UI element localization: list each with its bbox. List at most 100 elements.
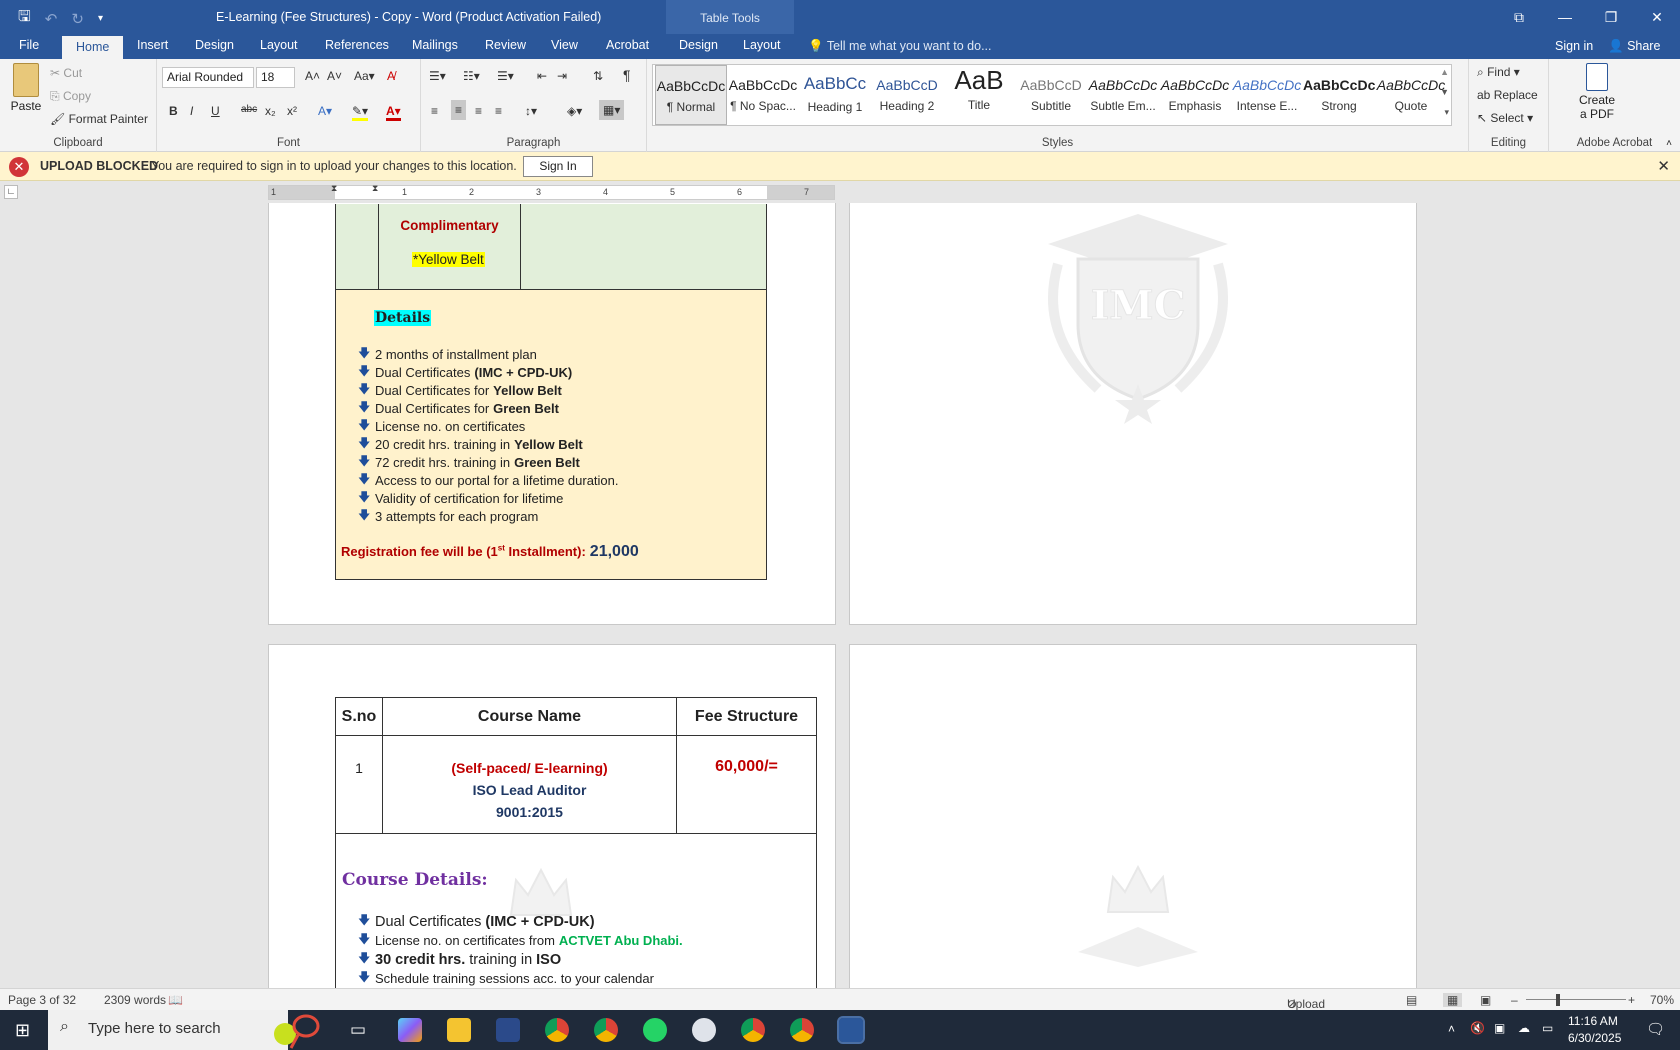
details-box[interactable]: Details 🡇 2 months of installment plan 🡇 D… <box>335 290 767 580</box>
style-no-spacing[interactable]: AaBbCcDc ¶ No Spac... <box>727 65 799 125</box>
chrome-icon[interactable] <box>545 1018 569 1042</box>
windows-start-icon[interactable]: ⊞ <box>15 1020 30 1041</box>
web-layout-icon[interactable]: ▣ <box>1480 993 1491 1007</box>
style-subtitle[interactable]: AaBbCcD Subtitle <box>1015 65 1087 125</box>
network-icon[interactable]: ▭ <box>1542 1021 1553 1035</box>
grow-font-icon[interactable]: A˄ <box>305 69 320 83</box>
paste-button[interactable]: Paste <box>8 63 44 113</box>
tab-table-design[interactable]: Design <box>679 38 718 52</box>
decrease-indent-icon[interactable]: ⇤ <box>537 69 547 83</box>
style-strong[interactable]: AaBbCcDc Strong <box>1303 65 1375 125</box>
tab-review[interactable]: Review <box>485 38 526 52</box>
proofing-icon[interactable]: 📖 <box>168 993 183 1007</box>
zoom-level[interactable]: 70% <box>1650 993 1674 1007</box>
highlight-icon[interactable]: ✎▾ <box>352 104 369 121</box>
tab-mailings[interactable]: Mailings <box>412 38 458 52</box>
chrome-icon[interactable] <box>741 1018 765 1042</box>
volume-icon[interactable]: 🔇 <box>1470 1021 1485 1035</box>
tab-references[interactable]: References <box>325 38 389 52</box>
whatsapp-icon[interactable] <box>643 1018 667 1042</box>
copy-button[interactable]: ⎘ Copy <box>50 89 91 104</box>
styles-scroll-up-icon[interactable]: ▲ <box>1440 67 1449 77</box>
close-button[interactable]: ✕ <box>1634 0 1680 34</box>
page-count[interactable]: Page 3 of 32 <box>8 993 76 1007</box>
zoom-slider[interactable] <box>1526 999 1626 1000</box>
word-count[interactable]: 2309 words <box>104 993 166 1007</box>
text-effects-icon[interactable]: A▾ <box>318 104 332 118</box>
meet-icon[interactable]: ▣ <box>1494 1021 1505 1035</box>
tab-home[interactable]: Home <box>62 36 124 59</box>
page-right-bottom[interactable] <box>849 644 1417 988</box>
italic-button[interactable]: I <box>190 104 193 118</box>
font-size-dropdown[interactable]: 18 <box>256 67 295 88</box>
style-subtle-emphasis[interactable]: AaBbCcDc Subtle Em... <box>1087 65 1159 125</box>
style-normal[interactable]: AaBbCcDc ¶ Normal <box>655 65 727 125</box>
tab-acrobat[interactable]: Acrobat <box>606 38 649 52</box>
bold-button[interactable]: B <box>169 104 178 118</box>
copilot-icon[interactable] <box>398 1018 422 1042</box>
minimize-button[interactable]: — <box>1542 0 1588 34</box>
style-title[interactable]: AaB Title <box>943 65 1015 125</box>
shading-icon[interactable]: ◈▾ <box>567 104 582 118</box>
page-left-top[interactable]: Complimentary *Yellow Belt Details 🡇 2 mo… <box>268 203 836 625</box>
clock-app-icon[interactable] <box>692 1018 716 1042</box>
numbering-icon[interactable]: ☷▾ <box>463 69 480 83</box>
subscript-button[interactable]: x₂ <box>265 104 276 118</box>
sort-icon[interactable]: ⇅ <box>593 69 603 83</box>
style-emphasis[interactable]: AaBbCcDc Emphasis <box>1159 65 1231 125</box>
page-right-top[interactable]: IMC <box>849 203 1417 625</box>
tab-table-layout[interactable]: Layout <box>743 38 781 52</box>
tray-chevron-icon[interactable]: ˄ <box>1448 1022 1455 1036</box>
center-icon[interactable]: ≡ <box>451 100 467 120</box>
undo-icon[interactable]: ↶ <box>45 10 58 28</box>
select-button[interactable]: ↖ Select ▾ <box>1477 111 1533 125</box>
ribbon-display-options-button[interactable]: ⧉ <box>1496 0 1542 34</box>
hanging-indent-icon[interactable]: ⧗ <box>372 183 378 194</box>
show-formatting-icon[interactable]: ¶ <box>623 67 631 83</box>
app-icon[interactable] <box>496 1018 520 1042</box>
superscript-button[interactable]: x² <box>287 104 297 118</box>
print-layout-icon[interactable]: ▦ <box>1443 993 1463 1007</box>
font-name-dropdown[interactable]: Arial Rounded <box>162 67 254 88</box>
style-intense-emphasis[interactable]: AaBbCcDc Intense E... <box>1231 65 1303 125</box>
close-message-icon[interactable]: ✕ <box>1657 157 1670 175</box>
cut-button[interactable]: ✂ Cut <box>50 66 82 80</box>
sign-in-link[interactable]: Sign in <box>1555 39 1593 53</box>
chrome-icon[interactable] <box>790 1018 814 1042</box>
create-pdf-button[interactable]: Create a PDF <box>1567 63 1627 121</box>
indent-marker-icon[interactable]: ⧗ <box>331 183 337 194</box>
chrome-icon[interactable] <box>594 1018 618 1042</box>
cell-fee[interactable]: 60,000/= <box>676 735 817 834</box>
multilevel-list-icon[interactable]: ☰▾ <box>497 69 514 83</box>
styles-more-icon[interactable]: ▾ <box>1444 107 1449 118</box>
tab-layout[interactable]: Layout <box>260 38 298 52</box>
collapse-ribbon-icon[interactable]: ˄ <box>1666 138 1672 149</box>
page-left-bottom[interactable]: S.no Course Name Fee Structure 1 (Self-p… <box>268 644 836 988</box>
clock-time[interactable]: 11:16 AM <box>1568 1014 1618 1028</box>
restore-button[interactable]: ❐ <box>1588 0 1634 34</box>
change-case-icon[interactable]: Aa▾ <box>354 69 375 83</box>
clear-formatting-icon[interactable]: A̸ <box>387 69 395 83</box>
message-sign-in-button[interactable]: Sign In <box>523 156 593 177</box>
style-quote[interactable]: AaBbCcDc Quote <box>1375 65 1447 125</box>
tab-selector[interactable]: ∟ <box>4 185 18 199</box>
zoom-in-icon[interactable]: + <box>1628 993 1635 1007</box>
style-heading-2[interactable]: AaBbCcD Heading 2 <box>871 65 943 125</box>
borders-icon[interactable]: ▦▾ <box>599 100 625 120</box>
strikethrough-button[interactable]: abc <box>241 104 257 115</box>
underline-button[interactable]: U <box>211 104 220 118</box>
tab-file[interactable]: File <box>19 38 39 52</box>
course-details-box[interactable]: Course Details: 🡇 Dual Certificates (IMC +… <box>335 832 817 988</box>
find-button[interactable]: ⌕ Find ▾ <box>1477 65 1520 80</box>
justify-icon[interactable]: ≡ <box>495 104 502 118</box>
read-mode-icon[interactable]: ▤ <box>1406 993 1417 1007</box>
cloud-icon[interactable]: ☁ <box>1518 1021 1530 1035</box>
replace-button[interactable]: ab Replace <box>1477 88 1538 102</box>
table-row[interactable]: 1 (Self-paced/ E-learning) ISO Lead Audi… <box>335 735 817 834</box>
line-spacing-icon[interactable]: ↕▾ <box>525 104 537 118</box>
increase-indent-icon[interactable]: ⇥ <box>557 69 567 83</box>
bullets-icon[interactable]: ☰▾ <box>429 69 446 83</box>
word-icon[interactable] <box>837 1016 865 1044</box>
save-icon[interactable]: 🖫 <box>18 6 31 31</box>
zoom-out-icon[interactable]: – <box>1511 993 1518 1007</box>
